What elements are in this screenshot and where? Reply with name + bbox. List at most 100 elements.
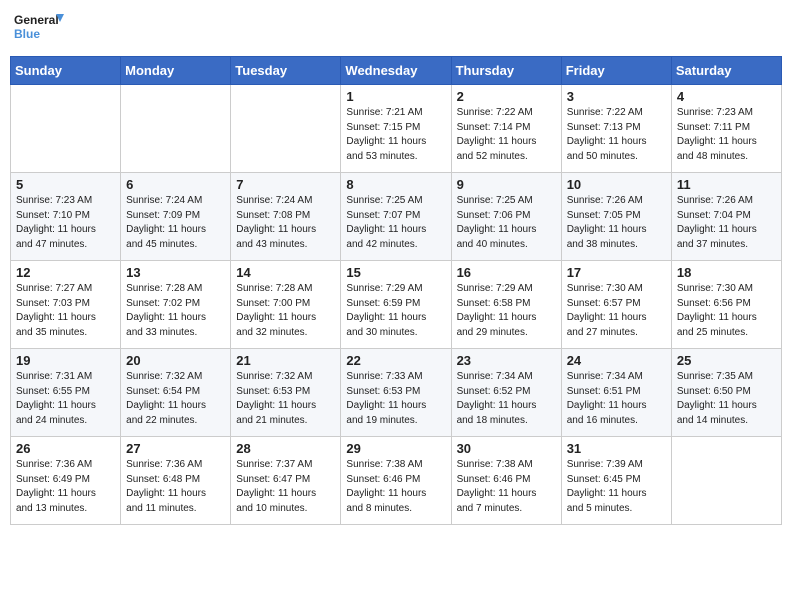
- calendar-cell: 9 Sunrise: 7:25 AM Sunset: 7:06 PM Daylig…: [451, 173, 561, 261]
- calendar-cell: [231, 85, 341, 173]
- calendar-cell: 12 Sunrise: 7:27 AM Sunset: 7:03 PM Dayli…: [11, 261, 121, 349]
- day-info: Sunrise: 7:22 AM Sunset: 7:14 PM Dayligh…: [457, 106, 556, 164]
- day-number: 8: [346, 177, 445, 192]
- day-info: Sunrise: 7:26 AM Sunset: 7:04 PM Dayligh…: [677, 194, 776, 252]
- calendar-cell: 15 Sunrise: 7:29 AM Sunset: 6:59 PM Dayli…: [341, 261, 451, 349]
- weekday-friday: Friday: [561, 57, 671, 85]
- calendar-body: 1 Sunrise: 7:21 AM Sunset: 7:15 PM Daylig…: [11, 85, 782, 525]
- calendar-cell: 27Sunrise: 7:36 AM Sunset: 6:48 PM Dayli…: [121, 437, 231, 525]
- calendar-cell: 22 Sunrise: 7:33 AM Sunset: 6:53 PM Dayli…: [341, 349, 451, 437]
- day-info: Sunrise: 7:38 AM Sunset: 6:46 PM Dayligh…: [457, 458, 556, 516]
- day-info: Sunrise: 7:22 AM Sunset: 7:13 PM Dayligh…: [567, 106, 666, 164]
- week-row-5: 26Sunrise: 7:36 AM Sunset: 6:49 PM Dayli…: [11, 437, 782, 525]
- day-number: 3: [567, 89, 666, 104]
- week-row-2: 5 Sunrise: 7:23 AM Sunset: 7:10 PM Daylig…: [11, 173, 782, 261]
- day-number: 12: [16, 265, 115, 280]
- calendar-cell: 29 Sunrise: 7:38 AM Sunset: 6:46 PM Dayli…: [341, 437, 451, 525]
- calendar-cell: 30 Sunrise: 7:38 AM Sunset: 6:46 PM Dayli…: [451, 437, 561, 525]
- calendar-cell: 26Sunrise: 7:36 AM Sunset: 6:49 PM Dayli…: [11, 437, 121, 525]
- day-info: Sunrise: 7:38 AM Sunset: 6:46 PM Dayligh…: [346, 458, 445, 516]
- day-info: Sunrise: 7:35 AM Sunset: 6:50 PM Dayligh…: [677, 370, 776, 428]
- day-info: Sunrise: 7:28 AM Sunset: 7:00 PM Dayligh…: [236, 282, 335, 340]
- day-number: 30: [457, 441, 556, 456]
- calendar-cell: 25 Sunrise: 7:35 AM Sunset: 6:50 PM Dayli…: [671, 349, 781, 437]
- day-number: 2: [457, 89, 556, 104]
- day-info: Sunrise: 7:23 AM Sunset: 7:11 PM Dayligh…: [677, 106, 776, 164]
- day-info: Sunrise: 7:25 AM Sunset: 7:06 PM Dayligh…: [457, 194, 556, 252]
- calendar: SundayMondayTuesdayWednesdayThursdayFrid…: [10, 56, 782, 525]
- calendar-cell: 20 Sunrise: 7:32 AM Sunset: 6:54 PM Dayli…: [121, 349, 231, 437]
- calendar-cell: 28 Sunrise: 7:37 AM Sunset: 6:47 PM Dayli…: [231, 437, 341, 525]
- day-info: Sunrise: 7:30 AM Sunset: 6:56 PM Dayligh…: [677, 282, 776, 340]
- weekday-thursday: Thursday: [451, 57, 561, 85]
- day-info: Sunrise: 7:32 AM Sunset: 6:54 PM Dayligh…: [126, 370, 225, 428]
- day-info: Sunrise: 7:33 AM Sunset: 6:53 PM Dayligh…: [346, 370, 445, 428]
- calendar-cell: [11, 85, 121, 173]
- calendar-cell: 5 Sunrise: 7:23 AM Sunset: 7:10 PM Daylig…: [11, 173, 121, 261]
- day-number: 18: [677, 265, 776, 280]
- day-info: Sunrise: 7:27 AM Sunset: 7:03 PM Dayligh…: [16, 282, 115, 340]
- calendar-cell: 23 Sunrise: 7:34 AM Sunset: 6:52 PM Dayli…: [451, 349, 561, 437]
- day-info: Sunrise: 7:25 AM Sunset: 7:07 PM Dayligh…: [346, 194, 445, 252]
- day-info: Sunrise: 7:28 AM Sunset: 7:02 PM Dayligh…: [126, 282, 225, 340]
- weekday-tuesday: Tuesday: [231, 57, 341, 85]
- week-row-1: 1 Sunrise: 7:21 AM Sunset: 7:15 PM Daylig…: [11, 85, 782, 173]
- calendar-cell: 11 Sunrise: 7:26 AM Sunset: 7:04 PM Dayli…: [671, 173, 781, 261]
- day-number: 6: [126, 177, 225, 192]
- day-info: Sunrise: 7:21 AM Sunset: 7:15 PM Dayligh…: [346, 106, 445, 164]
- day-info: Sunrise: 7:24 AM Sunset: 7:09 PM Dayligh…: [126, 194, 225, 252]
- calendar-cell: 10Sunrise: 7:26 AM Sunset: 7:05 PM Dayli…: [561, 173, 671, 261]
- calendar-cell: [121, 85, 231, 173]
- day-number: 15: [346, 265, 445, 280]
- calendar-cell: 21 Sunrise: 7:32 AM Sunset: 6:53 PM Dayli…: [231, 349, 341, 437]
- day-info: Sunrise: 7:26 AM Sunset: 7:05 PM Dayligh…: [567, 194, 666, 252]
- calendar-cell: 14 Sunrise: 7:28 AM Sunset: 7:00 PM Dayli…: [231, 261, 341, 349]
- day-info: Sunrise: 7:37 AM Sunset: 6:47 PM Dayligh…: [236, 458, 335, 516]
- calendar-cell: 3 Sunrise: 7:22 AM Sunset: 7:13 PM Daylig…: [561, 85, 671, 173]
- day-info: Sunrise: 7:32 AM Sunset: 6:53 PM Dayligh…: [236, 370, 335, 428]
- day-number: 21: [236, 353, 335, 368]
- day-number: 7: [236, 177, 335, 192]
- calendar-cell: 18 Sunrise: 7:30 AM Sunset: 6:56 PM Dayli…: [671, 261, 781, 349]
- day-info: Sunrise: 7:34 AM Sunset: 6:51 PM Dayligh…: [567, 370, 666, 428]
- calendar-cell: [671, 437, 781, 525]
- day-info: Sunrise: 7:39 AM Sunset: 6:45 PM Dayligh…: [567, 458, 666, 516]
- day-number: 1: [346, 89, 445, 104]
- day-number: 5: [16, 177, 115, 192]
- logo-svg: General Blue: [14, 10, 64, 48]
- day-number: 4: [677, 89, 776, 104]
- day-number: 25: [677, 353, 776, 368]
- day-info: Sunrise: 7:29 AM Sunset: 6:59 PM Dayligh…: [346, 282, 445, 340]
- day-number: 29: [346, 441, 445, 456]
- calendar-cell: 13 Sunrise: 7:28 AM Sunset: 7:02 PM Dayli…: [121, 261, 231, 349]
- calendar-cell: 7 Sunrise: 7:24 AM Sunset: 7:08 PM Daylig…: [231, 173, 341, 261]
- calendar-cell: 17Sunrise: 7:30 AM Sunset: 6:57 PM Dayli…: [561, 261, 671, 349]
- day-number: 23: [457, 353, 556, 368]
- page-header: General Blue: [10, 10, 782, 48]
- day-info: Sunrise: 7:23 AM Sunset: 7:10 PM Dayligh…: [16, 194, 115, 252]
- calendar-cell: 19Sunrise: 7:31 AM Sunset: 6:55 PM Dayli…: [11, 349, 121, 437]
- day-info: Sunrise: 7:31 AM Sunset: 6:55 PM Dayligh…: [16, 370, 115, 428]
- day-info: Sunrise: 7:30 AM Sunset: 6:57 PM Dayligh…: [567, 282, 666, 340]
- calendar-cell: 16 Sunrise: 7:29 AM Sunset: 6:58 PM Dayli…: [451, 261, 561, 349]
- day-number: 24: [567, 353, 666, 368]
- day-number: 11: [677, 177, 776, 192]
- calendar-cell: 24 Sunrise: 7:34 AM Sunset: 6:51 PM Dayli…: [561, 349, 671, 437]
- day-number: 9: [457, 177, 556, 192]
- day-number: 14: [236, 265, 335, 280]
- calendar-cell: 2 Sunrise: 7:22 AM Sunset: 7:14 PM Daylig…: [451, 85, 561, 173]
- day-number: 16: [457, 265, 556, 280]
- day-info: Sunrise: 7:24 AM Sunset: 7:08 PM Dayligh…: [236, 194, 335, 252]
- day-number: 13: [126, 265, 225, 280]
- day-number: 28: [236, 441, 335, 456]
- day-info: Sunrise: 7:34 AM Sunset: 6:52 PM Dayligh…: [457, 370, 556, 428]
- svg-text:Blue: Blue: [14, 27, 40, 41]
- day-info: Sunrise: 7:29 AM Sunset: 6:58 PM Dayligh…: [457, 282, 556, 340]
- day-number: 26: [16, 441, 115, 456]
- day-number: 20: [126, 353, 225, 368]
- day-info: Sunrise: 7:36 AM Sunset: 6:48 PM Dayligh…: [126, 458, 225, 516]
- calendar-cell: 1 Sunrise: 7:21 AM Sunset: 7:15 PM Daylig…: [341, 85, 451, 173]
- day-number: 31: [567, 441, 666, 456]
- week-row-4: 19Sunrise: 7:31 AM Sunset: 6:55 PM Dayli…: [11, 349, 782, 437]
- day-number: 22: [346, 353, 445, 368]
